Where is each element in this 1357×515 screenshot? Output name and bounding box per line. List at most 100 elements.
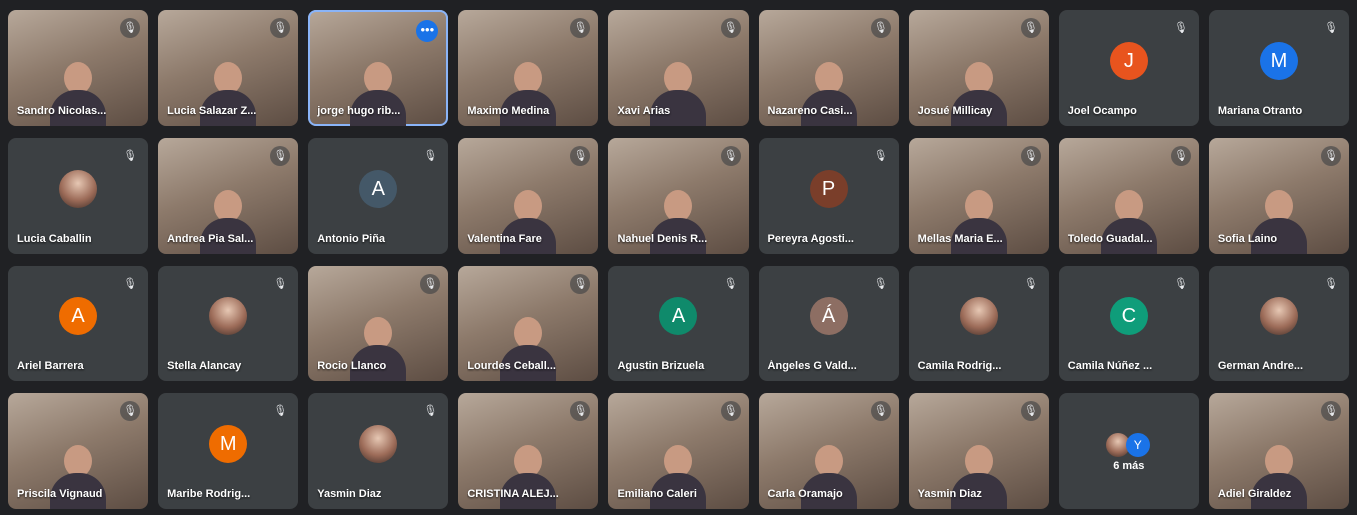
participant-head <box>214 189 243 222</box>
participant-name: Maximo Medina <box>467 104 550 117</box>
mic-off-icon: 🎙 <box>720 401 741 422</box>
participant-tile[interactable]: M 🎙 Mariana Otranto <box>1208 10 1349 126</box>
participant-name: Xavi Arias <box>617 104 671 117</box>
participant-name: Ariel Barrera <box>17 360 84 373</box>
participant-tile[interactable]: 🎙 Yasmin Diaz <box>308 393 449 509</box>
participant-tile[interactable]: 🎙 German Andre... <box>1208 265 1349 382</box>
participant-tile[interactable]: M 🎙 Maribe Rodrig... <box>158 393 299 509</box>
participant-name: Joel Ocampo <box>1067 104 1137 117</box>
participant-tile[interactable]: 🎙 Lucia Caballin <box>8 137 149 254</box>
participant-name: Antonio Piña <box>317 232 386 245</box>
participant-name: Lourdes Ceball... <box>467 360 556 373</box>
participant-name: Emiliano Caleri <box>617 488 697 500</box>
participant-tile[interactable]: ••• jorge hugo rib... <box>308 10 449 126</box>
participant-avatar: M <box>209 425 248 464</box>
mic-off-icon: 🎙 <box>1321 401 1341 422</box>
participant-avatar: P <box>809 169 848 208</box>
participant-grid: 🎙 Sandro Nicolas... 🎙 Lucia Salazar Z... •••… <box>8 10 1349 509</box>
participant-head <box>664 189 693 222</box>
participant-head <box>64 61 93 94</box>
participant-tile[interactable]: A 🎙 Agustin Brizuela <box>608 265 749 382</box>
participant-tile[interactable]: 🎙 Sofia Laino <box>1208 137 1349 254</box>
mic-off-icon: 🎙 <box>123 277 138 290</box>
mic-off-icon: 🎙 <box>273 405 288 418</box>
mic-off-icon: 🎙 <box>870 18 891 38</box>
participant-tile[interactable]: 🎙 Nazareno Casi... <box>758 10 899 126</box>
participant-tile[interactable]: 🎙 Yasmin Diaz <box>908 393 1049 509</box>
participant-name: Mellas Maria E... <box>917 232 1003 245</box>
participant-tile[interactable]: 🎙 Xavi Arias <box>608 10 749 126</box>
participant-tile[interactable]: P 🎙 Pereyra Agosti... <box>758 137 899 254</box>
more-options-icon[interactable]: ••• <box>416 20 439 42</box>
participant-tile[interactable]: 🎙 Stella Alancay <box>158 265 299 382</box>
mic-off-icon: 🎙 <box>873 149 888 162</box>
participant-avatar-photo <box>359 425 398 464</box>
mic-off-icon: 🎙 <box>120 401 141 422</box>
mic-off-icon: 🎙 <box>570 18 591 38</box>
participant-tile[interactable]: 🎙 Maximo Medina <box>458 10 599 126</box>
mic-off-icon: 🎙 <box>270 18 291 38</box>
participant-name: Yasmin Diaz <box>317 488 382 500</box>
mic-off-icon: 🎙 <box>270 145 291 166</box>
participant-tile[interactable]: 🎙 Adiel Giraldez <box>1208 393 1349 509</box>
participant-tile[interactable]: 🎙 Carla Oramajo <box>758 393 899 509</box>
participant-name: Pereyra Agosti... <box>767 232 854 245</box>
participant-tile[interactable]: 🎙 Mellas Maria E... <box>908 137 1049 254</box>
participant-tile[interactable]: 🎙 Camila Rodrig... <box>908 265 1049 382</box>
mic-off-icon: 🎙 <box>423 149 438 162</box>
participant-name: German Andre... <box>1217 360 1304 373</box>
mic-off-icon: 🎙 <box>1020 18 1041 38</box>
participant-tile[interactable]: 🎙 Nahuel Denis R... <box>608 137 749 254</box>
participant-name: Priscila Vignaud <box>17 488 103 500</box>
participant-tile[interactable]: A 🎙 Ariel Barrera <box>8 265 149 382</box>
participant-tile[interactable]: 🎙 Valentina Fare <box>458 137 599 254</box>
participant-tile[interactable]: 🎙 Priscila Vignaud <box>8 393 149 509</box>
participant-name: Mariana Otranto <box>1217 104 1303 117</box>
mic-off-icon: 🎙 <box>1020 145 1041 166</box>
participant-name: jorge hugo rib... <box>317 104 401 117</box>
participant-name: Toledo Guadal... <box>1067 232 1153 245</box>
participant-avatar: C <box>1109 297 1148 336</box>
participant-head <box>964 61 993 94</box>
participant-tile[interactable]: 🎙 Sandro Nicolas... <box>8 10 149 126</box>
participant-head <box>964 189 993 222</box>
mic-off-icon: 🎙 <box>873 277 888 290</box>
participant-head <box>514 61 543 94</box>
participant-name: Carla Oramajo <box>767 488 843 500</box>
more-participants-tile[interactable]: Y 6 más <box>1058 393 1199 509</box>
participant-tile[interactable]: 🎙 Josué Millicay <box>908 10 1049 126</box>
participant-tile[interactable]: 🎙 Emiliano Caleri <box>608 393 749 509</box>
mic-off-icon: 🎙 <box>423 405 438 418</box>
participant-name: Lucia Caballin <box>17 232 92 245</box>
mic-off-icon: 🎙 <box>420 273 441 294</box>
participant-tile[interactable]: 🎙 Toledo Guadal... <box>1058 137 1199 254</box>
participant-tile[interactable]: A 🎙 Antonio Piña <box>308 137 449 254</box>
mic-off-icon: 🎙 <box>1020 401 1041 422</box>
participant-tile[interactable]: 🎙 Rocio Llanco <box>308 265 449 382</box>
participant-name: Agustin Brizuela <box>617 360 705 373</box>
participant-tile[interactable]: 🎙 Lourdes Ceball... <box>458 265 599 382</box>
mic-off-icon: 🎙 <box>123 149 138 162</box>
mic-off-icon: 🎙 <box>1170 145 1191 166</box>
participant-head <box>814 61 843 94</box>
participant-tile[interactable]: 🎙 CRISTINA ALEJ... <box>458 393 599 509</box>
participant-head <box>214 61 243 94</box>
participant-avatar: A <box>59 297 98 336</box>
more-participants-label: 6 más <box>1113 460 1145 473</box>
mic-off-icon: 🎙 <box>570 273 591 294</box>
participant-name: CRISTINA ALEJ... <box>467 488 559 500</box>
participant-tile[interactable]: 🎙 Lucia Salazar Z... <box>158 10 299 126</box>
mic-off-icon: 🎙 <box>1324 22 1338 34</box>
participant-tile[interactable]: 🎙 Andrea Pia Sal... <box>158 137 299 254</box>
mic-off-icon: 🎙 <box>1324 277 1338 290</box>
participant-name: Nazareno Casi... <box>767 104 853 117</box>
mic-off-icon: 🎙 <box>570 145 591 166</box>
participant-avatar: M <box>1259 41 1298 80</box>
mic-off-icon: 🎙 <box>273 277 288 290</box>
participant-tile[interactable]: C 🎙 Camila Núñez ... <box>1058 265 1199 382</box>
participant-avatar-photo <box>1259 297 1298 336</box>
participant-tile[interactable]: J 🎙 Joel Ocampo <box>1058 10 1199 126</box>
participant-head <box>1264 189 1293 222</box>
participant-tile[interactable]: Á 🎙 Ángeles G Vald... <box>758 265 899 382</box>
participant-head <box>664 61 693 94</box>
